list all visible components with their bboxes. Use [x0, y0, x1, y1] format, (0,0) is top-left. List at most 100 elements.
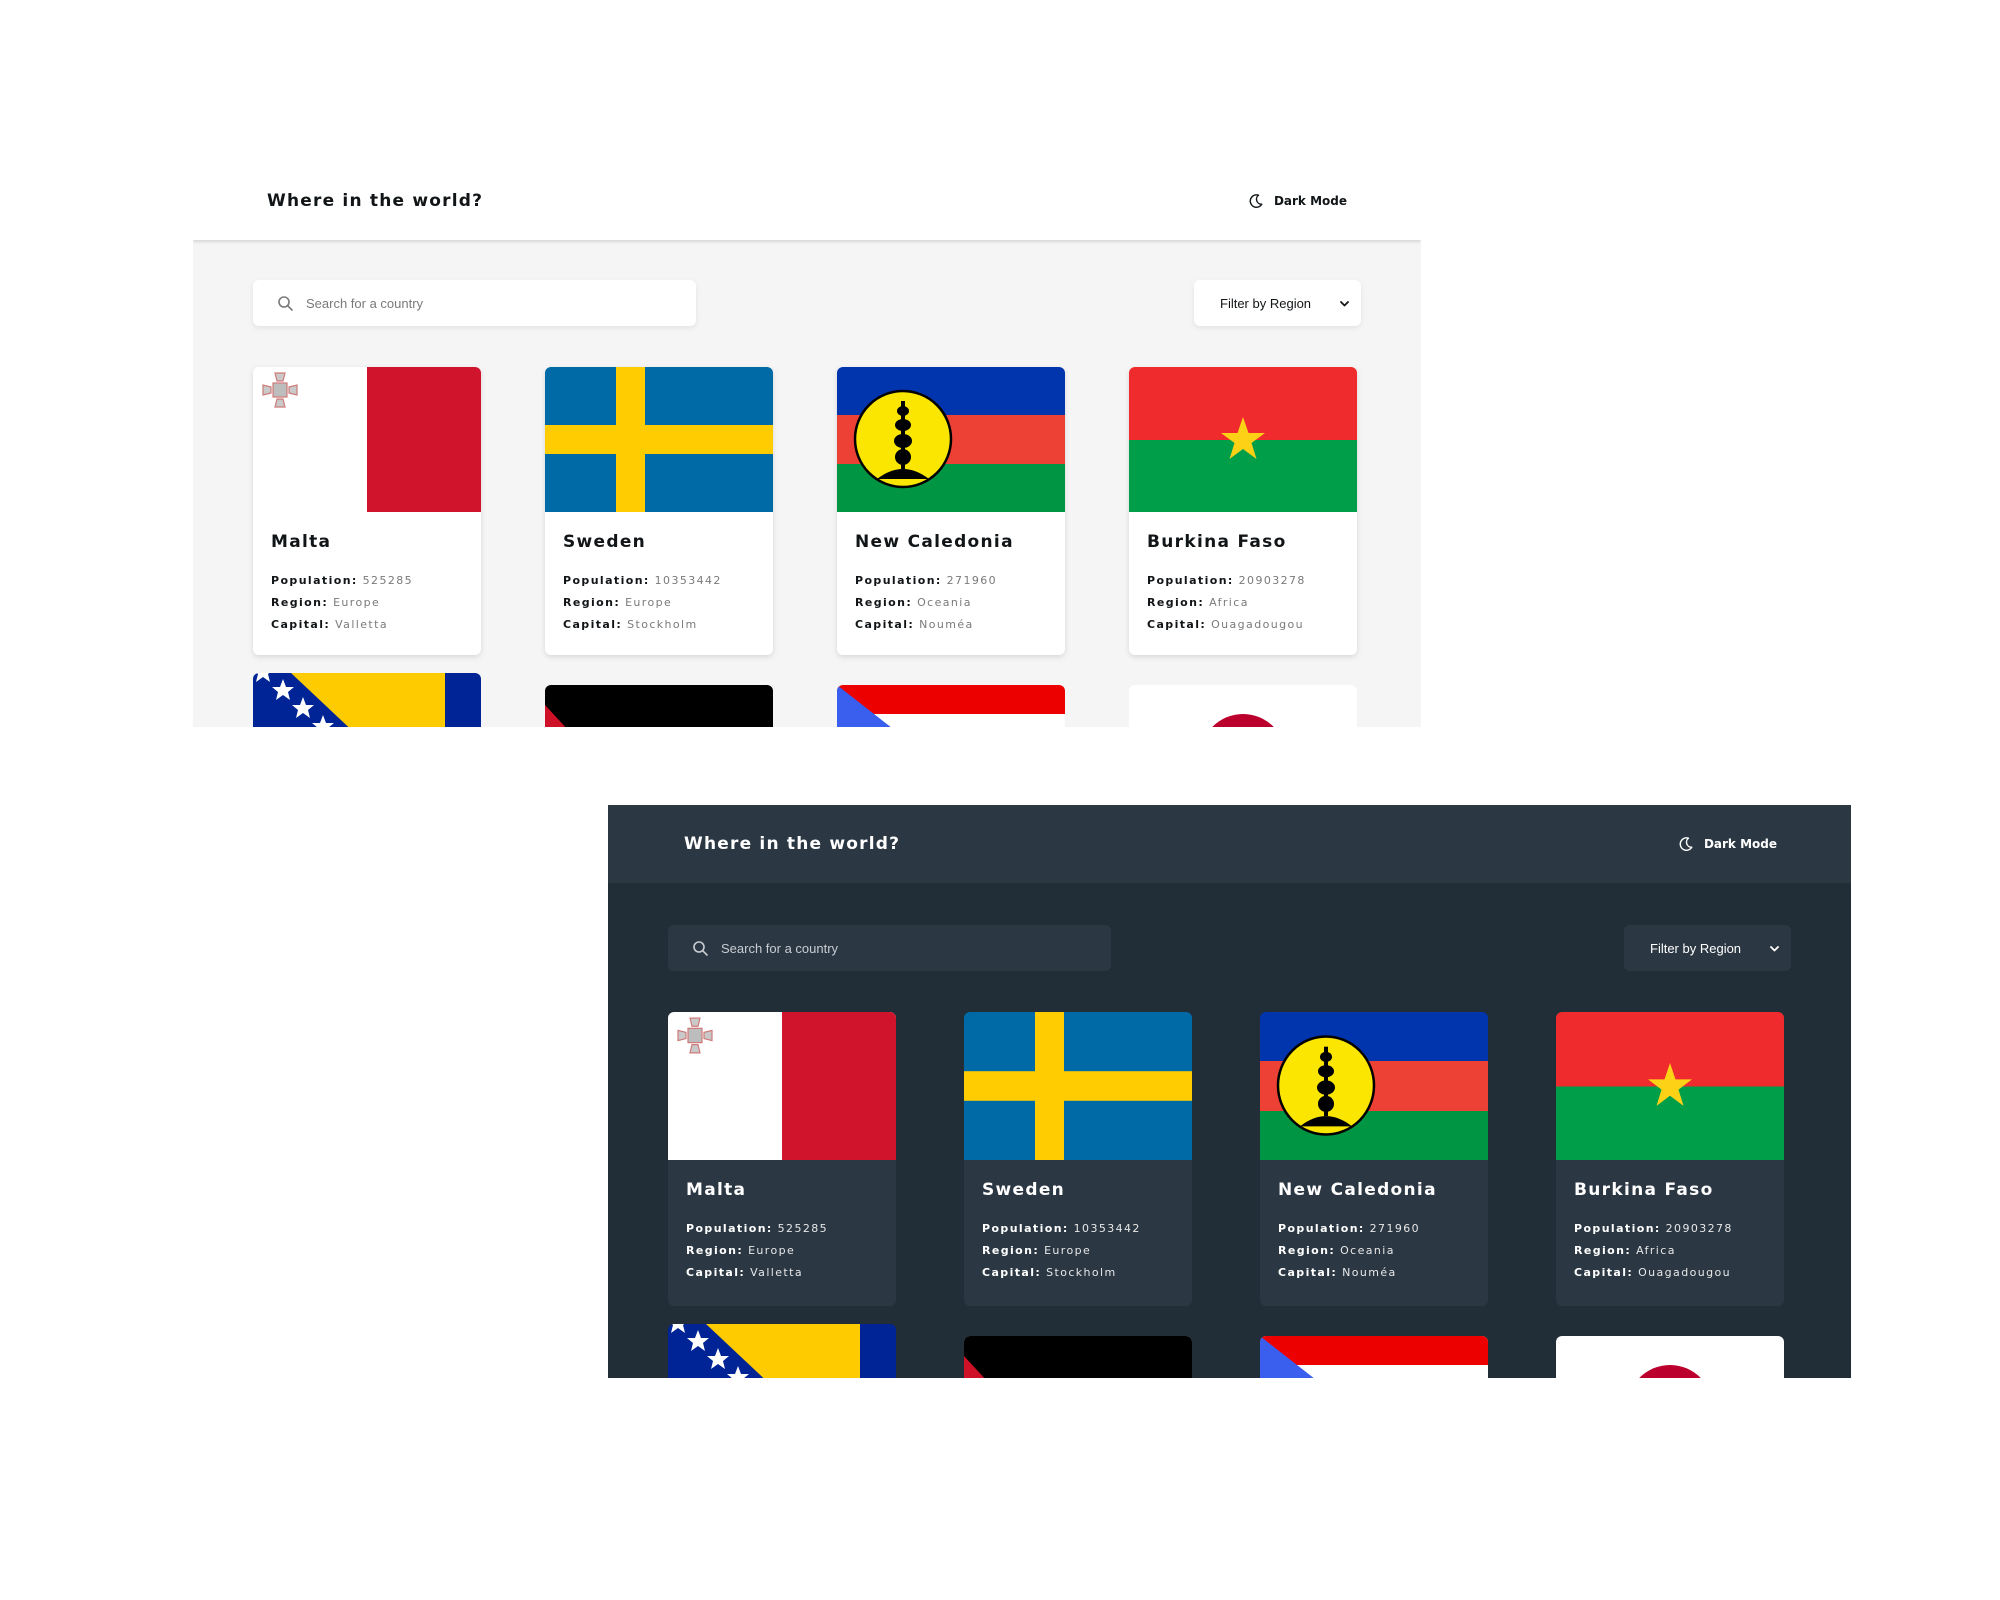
population-label: Population: [1147, 574, 1234, 587]
search-icon [693, 940, 708, 956]
capital-label: Capital: [563, 618, 623, 631]
capital-stat: Capital: Stockholm [982, 1262, 1174, 1284]
capital-label: Capital: [1147, 618, 1207, 631]
search-input[interactable] [721, 940, 1081, 956]
region-stat: Region: Europe [982, 1240, 1174, 1262]
dark-mode-label: Dark Mode [1703, 837, 1777, 851]
capital-value: Stockholm [1046, 1266, 1117, 1279]
country-card[interactable]: Burkina Faso Population: 20903278 Region… [1129, 367, 1357, 655]
card-body: Malta Population: 525285 Region: Europe … [253, 512, 481, 636]
card-body: Sweden Population: 10353442 Region: Euro… [964, 1160, 1192, 1284]
region-value: Oceania [917, 596, 972, 609]
search-box[interactable] [253, 280, 696, 326]
region-label: Region: [563, 596, 621, 609]
capital-stat: Capital: Ouagadougou [1574, 1262, 1766, 1284]
app-header: Where in the world? Dark Mode [193, 162, 1421, 240]
country-name: Malta [271, 532, 332, 552]
flag-sweden [545, 367, 773, 512]
dark-mode-toggle[interactable]: Dark Mode [1248, 193, 1347, 209]
country-card[interactable]: Burkina Faso Population: 20903278 Region… [1556, 1012, 1784, 1306]
country-card-partial[interactable] [1260, 1336, 1488, 1378]
app-title: Where in the world? [684, 834, 901, 854]
population-stat: Population: 10353442 [563, 570, 755, 592]
region-value: Europe [1044, 1244, 1092, 1257]
population-label: Population: [1278, 1222, 1365, 1235]
dark-mode-screen: Where in the world? Dark Mode Filter by … [608, 805, 1851, 1378]
flag-burkina-faso [1556, 1012, 1784, 1160]
card-body: New Caledonia Population: 271960 Region:… [837, 512, 1065, 636]
card-body: New Caledonia Population: 271960 Region:… [1260, 1160, 1488, 1284]
dark-mode-toggle[interactable]: Dark Mode [1678, 836, 1777, 852]
capital-label: Capital: [686, 1266, 746, 1279]
population-label: Population: [686, 1222, 773, 1235]
region-value: Africa [1636, 1244, 1676, 1257]
country-name: Burkina Faso [1574, 1180, 1714, 1200]
flag-malta [668, 1012, 896, 1160]
country-card[interactable]: Sweden Population: 10353442 Region: Euro… [545, 367, 773, 655]
flag-partial-red-white-blue [837, 685, 1065, 727]
population-label: Population: [271, 574, 358, 587]
country-card-partial[interactable] [964, 1336, 1192, 1378]
population-value: 20903278 [1238, 574, 1306, 587]
country-card[interactable]: Sweden Population: 10353442 Region: Euro… [964, 1012, 1192, 1306]
moon-icon [1679, 837, 1693, 851]
population-stat: Population: 271960 [1278, 1218, 1470, 1240]
region-label: Region: [855, 596, 913, 609]
flag-japan [1129, 685, 1357, 727]
population-stat: Population: 20903278 [1574, 1218, 1766, 1240]
region-stat: Region: Oceania [855, 592, 1047, 614]
country-grid: Malta Population: 525285 Region: Europe … [253, 367, 1357, 727]
flag-bosnia-herzegovina [253, 673, 481, 727]
flag-new-caledonia [1260, 1012, 1488, 1160]
country-card[interactable]: Malta Population: 525285 Region: Europe … [253, 367, 481, 655]
country-card[interactable]: New Caledonia Population: 271960 Region:… [837, 367, 1065, 655]
population-value: 20903278 [1665, 1222, 1733, 1235]
capital-value: Nouméa [919, 618, 974, 631]
capital-label: Capital: [855, 618, 915, 631]
region-label: Region: [1574, 1244, 1632, 1257]
country-card[interactable]: Malta Population: 525285 Region: Europe … [668, 1012, 896, 1306]
country-card-partial[interactable] [1129, 685, 1357, 727]
country-name: Sweden [563, 532, 647, 552]
population-stat: Population: 271960 [855, 570, 1047, 592]
search-box[interactable] [668, 925, 1111, 971]
chevron-down-icon [1770, 945, 1779, 951]
capital-value: Valletta [750, 1266, 803, 1279]
population-stat: Population: 525285 [686, 1218, 878, 1240]
country-card-partial[interactable] [668, 1324, 896, 1378]
capital-value: Valletta [335, 618, 388, 631]
region-value: Oceania [1340, 1244, 1395, 1257]
card-body: Sweden Population: 10353442 Region: Euro… [545, 512, 773, 636]
capital-stat: Capital: Valletta [271, 614, 463, 636]
region-stat: Region: Europe [271, 592, 463, 614]
country-card-partial[interactable] [253, 673, 481, 727]
country-grid: Malta Population: 525285 Region: Europe … [668, 1012, 1784, 1378]
capital-value: Ouagadougou [1211, 618, 1304, 631]
region-value: Europe [625, 596, 673, 609]
country-card[interactable]: New Caledonia Population: 271960 Region:… [1260, 1012, 1488, 1306]
region-filter-label: Filter by Region [1650, 940, 1742, 956]
population-label: Population: [1574, 1222, 1661, 1235]
population-value: 10353442 [1073, 1222, 1141, 1235]
toolbar: Filter by Region [253, 280, 1361, 326]
capital-value: Ouagadougou [1638, 1266, 1731, 1279]
country-card-partial[interactable] [1556, 1336, 1784, 1378]
moon-icon [1249, 194, 1263, 208]
population-value: 271960 [946, 574, 998, 587]
country-card-partial[interactable] [837, 685, 1065, 727]
capital-value: Stockholm [627, 618, 698, 631]
population-label: Population: [982, 1222, 1069, 1235]
region-label: Region: [1147, 596, 1205, 609]
flag-burkina-faso [1129, 367, 1357, 512]
region-filter-select[interactable]: Filter by Region [1194, 280, 1361, 326]
population-label: Population: [563, 574, 650, 587]
region-label: Region: [982, 1244, 1040, 1257]
country-card-partial[interactable] [545, 685, 773, 727]
capital-label: Capital: [982, 1266, 1042, 1279]
search-input[interactable] [306, 295, 666, 311]
region-label: Region: [1278, 1244, 1336, 1257]
capital-label: Capital: [271, 618, 331, 631]
region-filter-select[interactable]: Filter by Region [1624, 925, 1791, 971]
region-stat: Region: Africa [1147, 592, 1339, 614]
toolbar: Filter by Region [668, 925, 1791, 971]
